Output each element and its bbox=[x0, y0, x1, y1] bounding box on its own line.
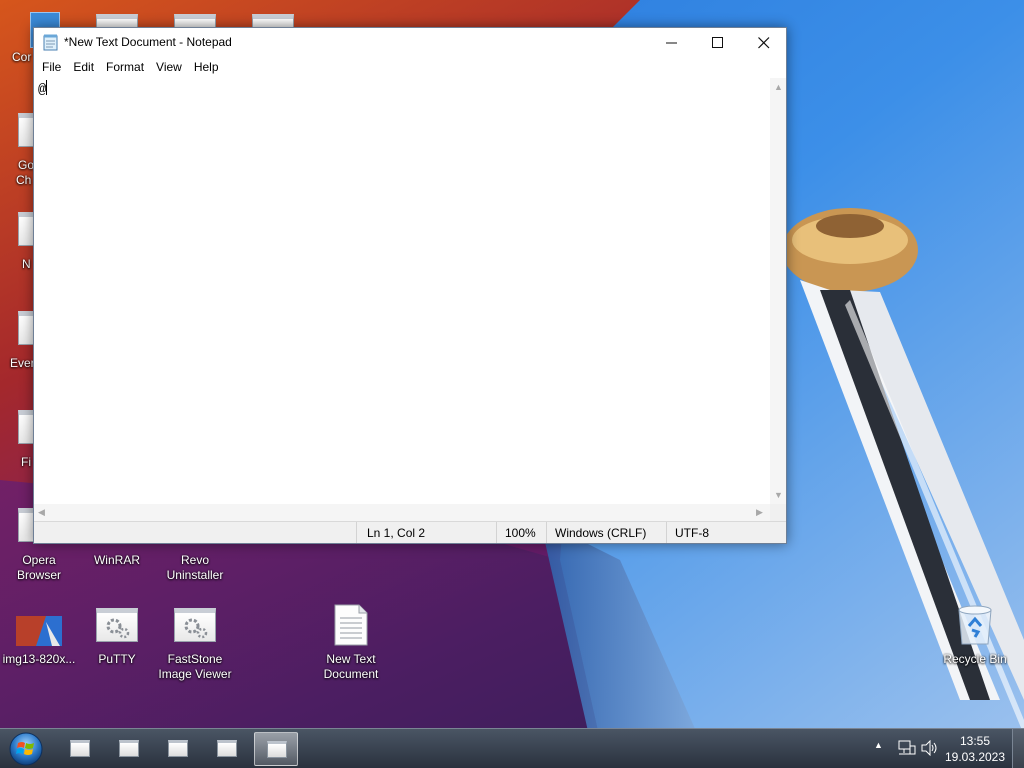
taskbar-button-4[interactable] bbox=[205, 732, 249, 766]
menu-bar: File Edit Format View Help bbox=[34, 58, 786, 78]
gear-icon bbox=[96, 608, 138, 642]
menu-file[interactable]: File bbox=[36, 58, 67, 78]
minimize-icon bbox=[666, 42, 677, 44]
taskbar-button-1[interactable] bbox=[58, 732, 102, 766]
clock[interactable]: 13:55 19.03.2023 bbox=[942, 733, 1008, 765]
gear-icon bbox=[18, 212, 34, 246]
network-icon[interactable] bbox=[898, 740, 916, 768]
desktop-icon-recycle-bin[interactable]: Recycle Bin bbox=[936, 604, 1014, 667]
notepad-window[interactable]: *New Text Document - Notepad File Edit F… bbox=[33, 27, 787, 544]
menu-view[interactable]: View bbox=[150, 58, 188, 78]
horizontal-scrollbar[interactable]: ◀ ▶ bbox=[34, 504, 770, 521]
gear-icon bbox=[18, 410, 34, 444]
vertical-scrollbar[interactable]: ▲ ▼ bbox=[770, 78, 786, 530]
gear-icon bbox=[18, 508, 34, 542]
gear-icon bbox=[70, 740, 90, 757]
status-position: Ln 1, Col 2 bbox=[356, 522, 496, 543]
close-button[interactable] bbox=[741, 28, 787, 58]
gear-icon[interactable] bbox=[96, 14, 138, 28]
recycle-bin-icon bbox=[954, 604, 996, 646]
title-bar[interactable]: *New Text Document - Notepad bbox=[34, 28, 786, 58]
menu-edit[interactable]: Edit bbox=[67, 58, 100, 78]
gear-icon bbox=[267, 741, 287, 758]
show-hidden-icons-icon[interactable]: ▲ bbox=[874, 740, 883, 768]
scrollbar-corner bbox=[770, 504, 786, 521]
desktop-icon-img13[interactable]: img13-820x... bbox=[0, 608, 78, 667]
taskbar: ▲ 13:55 19.03.2023 bbox=[0, 728, 1024, 768]
scroll-down-arrow-icon[interactable]: ▼ bbox=[774, 490, 783, 500]
gear-icon bbox=[18, 113, 34, 147]
scroll-up-arrow-icon[interactable]: ▲ bbox=[774, 82, 783, 92]
desktop-icon-revo-uninstaller[interactable]: Revo Uninstaller bbox=[156, 553, 234, 583]
notepad-icon bbox=[43, 34, 59, 51]
gear-icon bbox=[168, 740, 188, 757]
desktop-icon-new-text-document[interactable]: New Text Document bbox=[312, 604, 390, 682]
taskbar-button-notepad[interactable] bbox=[254, 732, 298, 766]
scroll-left-arrow-icon[interactable]: ◀ bbox=[38, 507, 45, 517]
text-editor-area[interactable]: @ bbox=[34, 78, 770, 530]
menu-format[interactable]: Format bbox=[100, 58, 150, 78]
status-line-endings: Windows (CRLF) bbox=[546, 522, 666, 543]
image-thumbnail-icon bbox=[16, 608, 62, 646]
maximize-icon bbox=[712, 37, 723, 48]
minimize-button[interactable] bbox=[649, 28, 695, 58]
computer-icon bbox=[0, 10, 60, 50]
status-encoding: UTF-8 bbox=[666, 522, 786, 543]
clock-time: 13:55 bbox=[959, 734, 991, 748]
status-zoom: 100% bbox=[496, 522, 546, 543]
volume-icon[interactable] bbox=[921, 739, 939, 768]
taskbar-button-2[interactable] bbox=[107, 732, 151, 766]
window-title: *New Text Document - Notepad bbox=[64, 35, 232, 49]
desktop-icon-winrar[interactable]: WinRAR bbox=[78, 553, 156, 568]
taskbar-button-3[interactable] bbox=[156, 732, 200, 766]
start-button[interactable] bbox=[8, 731, 44, 767]
scroll-right-arrow-icon[interactable]: ▶ bbox=[756, 507, 763, 517]
status-bar: Ln 1, Col 2 100% Windows (CRLF) UTF-8 bbox=[34, 521, 786, 543]
editor-content: @ bbox=[38, 82, 47, 98]
menu-help[interactable]: Help bbox=[188, 58, 225, 78]
gear-icon bbox=[18, 311, 34, 345]
desktop-icon-putty[interactable]: PuTTY bbox=[78, 608, 156, 667]
gear-icon bbox=[217, 740, 237, 757]
clock-date: 19.03.2023 bbox=[944, 750, 1006, 764]
gear-icon bbox=[119, 740, 139, 757]
show-desktop-button[interactable] bbox=[1012, 729, 1024, 768]
gear-icon bbox=[174, 608, 216, 642]
desktop-icon-opera-browser[interactable]: Opera Browser bbox=[0, 553, 78, 583]
close-icon bbox=[758, 37, 770, 49]
desktop-icon-faststone[interactable]: FastStone Image Viewer bbox=[156, 608, 234, 682]
gear-icon[interactable] bbox=[252, 14, 294, 28]
text-caret bbox=[46, 80, 48, 95]
maximize-button[interactable] bbox=[695, 28, 741, 58]
windows-logo-icon bbox=[9, 732, 43, 766]
text-document-icon bbox=[330, 604, 372, 646]
gear-icon[interactable] bbox=[174, 14, 216, 28]
